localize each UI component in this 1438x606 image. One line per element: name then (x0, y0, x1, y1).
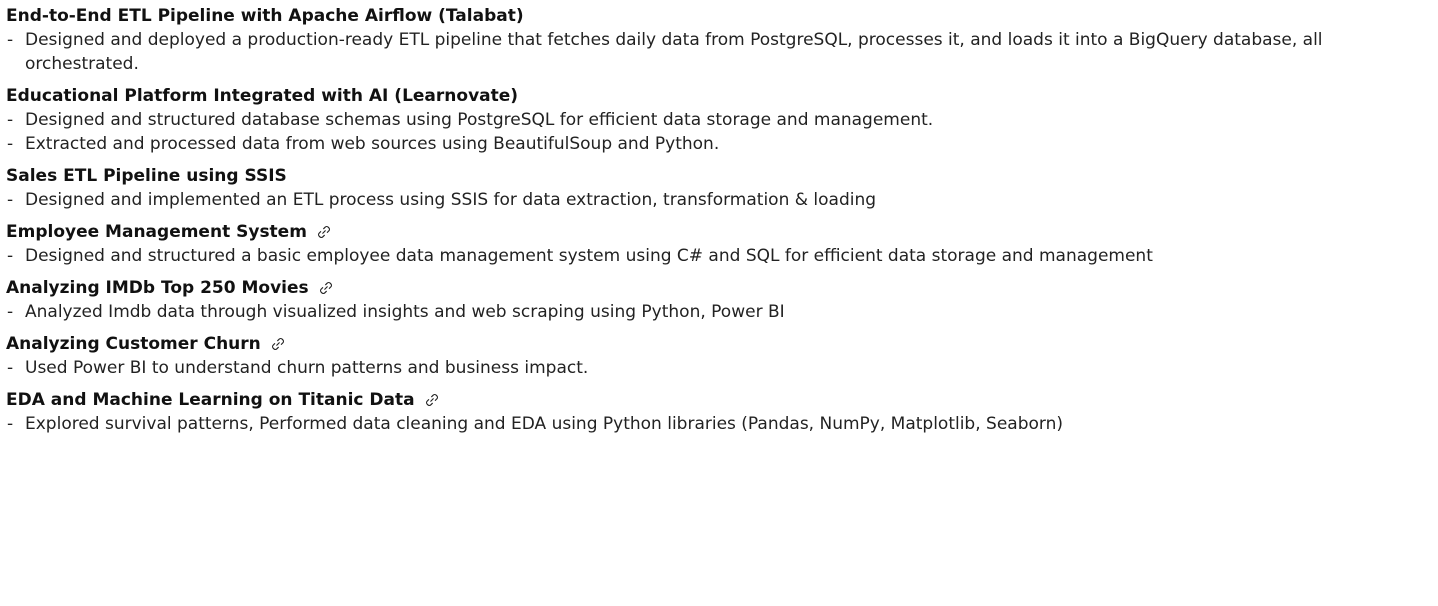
bullet-text: Designed and structured a basic employee… (25, 246, 1153, 266)
project-bullet: - Analyzed Imdb data through visualized … (6, 300, 1438, 324)
project-item: Analyzing Customer Churn - Used Power BI… (6, 332, 1438, 380)
link-icon[interactable] (319, 281, 333, 295)
project-item: Sales ETL Pipeline using SSIS - Designed… (6, 164, 1438, 212)
project-title-text: EDA and Machine Learning on Titanic Data (6, 389, 415, 410)
project-bullet: - Designed and implemented an ETL proces… (6, 188, 1438, 212)
bullet-marker: - (7, 190, 14, 210)
project-title: End-to-End ETL Pipeline with Apache Airf… (6, 4, 1438, 28)
project-title: Analyzing IMDb Top 250 Movies (6, 276, 1438, 300)
projects-section: End-to-End ETL Pipeline with Apache Airf… (0, 0, 1438, 606)
bullet-text: Analyzed Imdb data through visualized in… (25, 302, 785, 322)
bullet-marker: - (7, 358, 14, 378)
link-icon[interactable] (271, 337, 285, 351)
project-item: EDA and Machine Learning on Titanic Data… (6, 388, 1438, 436)
project-title: Educational Platform Integrated with AI … (6, 84, 1438, 108)
project-title-text: Educational Platform Integrated with AI … (6, 85, 519, 106)
project-title: Sales ETL Pipeline using SSIS (6, 164, 1438, 188)
project-title-text: Analyzing Customer Churn (6, 333, 261, 354)
bullet-marker: - (7, 246, 14, 266)
project-item: End-to-End ETL Pipeline with Apache Airf… (6, 4, 1438, 76)
project-title-text: Sales ETL Pipeline using SSIS (6, 165, 287, 186)
project-bullet: - Used Power BI to understand churn patt… (6, 356, 1438, 380)
link-icon[interactable] (317, 225, 331, 239)
bullet-text: Designed and structured database schemas… (25, 110, 934, 130)
bullet-text: Designed and deployed a production-ready… (25, 30, 1323, 74)
project-bullet: - Designed and structured a basic employ… (6, 244, 1438, 268)
project-title: Employee Management System (6, 220, 1438, 244)
bullet-marker: - (7, 110, 14, 130)
bullet-text: Designed and implemented an ETL process … (25, 190, 877, 210)
bullet-text: Used Power BI to understand churn patter… (25, 358, 589, 378)
project-title-text: Analyzing IMDb Top 250 Movies (6, 277, 309, 298)
bullet-marker: - (7, 302, 14, 322)
project-title: Analyzing Customer Churn (6, 332, 1438, 356)
project-title-text: End-to-End ETL Pipeline with Apache Airf… (6, 5, 524, 26)
project-bullet: - Explored survival patterns, Performed … (6, 412, 1438, 436)
bullet-marker: - (7, 134, 14, 154)
bullet-text: Explored survival patterns, Performed da… (25, 414, 1063, 434)
project-bullet: - Designed and deployed a production-rea… (6, 28, 1438, 76)
project-bullet: - Extracted and processed data from web … (6, 132, 1438, 156)
project-bullet: - Designed and structured database schem… (6, 108, 1438, 132)
project-item: Analyzing IMDb Top 250 Movies - Analyzed… (6, 276, 1438, 324)
project-title-text: Employee Management System (6, 221, 307, 242)
bullet-marker: - (7, 414, 14, 434)
bullet-marker: - (7, 30, 14, 50)
project-title: EDA and Machine Learning on Titanic Data (6, 388, 1438, 412)
bullet-text: Extracted and processed data from web so… (25, 134, 720, 154)
project-item: Employee Management System - Designed an… (6, 220, 1438, 268)
link-icon[interactable] (425, 393, 439, 407)
project-item: Educational Platform Integrated with AI … (6, 84, 1438, 156)
